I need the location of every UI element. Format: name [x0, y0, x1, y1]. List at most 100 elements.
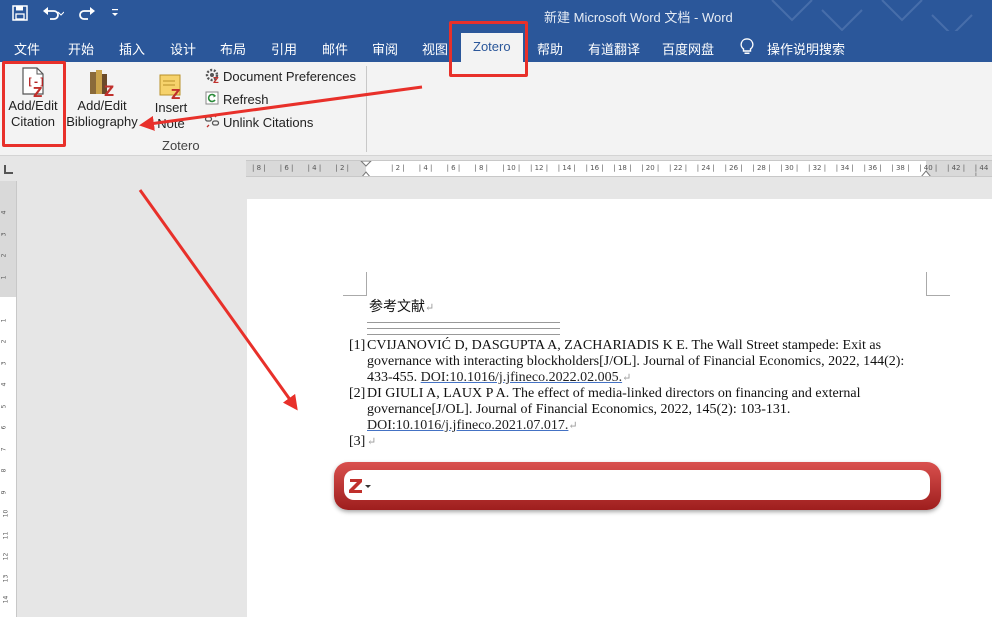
paragraph-mark: ↵ — [568, 420, 578, 432]
tab-review[interactable]: 审阅 — [372, 39, 398, 58]
ruler-tick-label: | 40 | — [919, 164, 938, 172]
ruler-tick-label: | 4 | — [307, 164, 322, 172]
group-separator — [366, 66, 367, 152]
tab-file[interactable]: 文件 — [14, 39, 40, 58]
ruler-tick-label: | 22 | — [669, 164, 688, 172]
redo-icon[interactable] — [78, 5, 96, 21]
tab-mailings[interactable]: 邮件 — [322, 39, 348, 58]
add-edit-bibliography-label-2: Bibliography — [66, 114, 138, 129]
ruler-tick-label: | 20 | — [641, 164, 660, 172]
paragraph-mark: ↵ — [367, 436, 377, 448]
lightbulb-icon — [740, 38, 754, 61]
tab-layout[interactable]: 布局 — [220, 39, 246, 58]
insert-note-button[interactable]: Z Insert Note — [148, 72, 194, 132]
refresh-label: Refresh — [223, 92, 269, 107]
crop-mark-top-right — [926, 272, 950, 296]
note-icon: Z — [157, 72, 185, 103]
ruler-tick-label: 1 — [0, 318, 8, 322]
reference-number: [2] — [349, 386, 366, 401]
vertical-ruler[interactable]: 4321123456789101112131415 — [0, 181, 17, 617]
ruler-tick-label: | 18 | — [613, 164, 632, 172]
reference-item[interactable]: [1] CVIJANOVIĆ D, DASGUPTA A, ZACHARIADI… — [349, 338, 919, 386]
zotero-search-input[interactable] — [384, 476, 914, 496]
unlink-icon — [204, 113, 220, 132]
tab-insert[interactable]: 插入 — [119, 39, 145, 58]
ruler-tick-label: 1 — [0, 275, 8, 279]
add-edit-bibliography-label-1: Add/Edit — [77, 98, 127, 113]
ruler-tick-label: 5 — [0, 404, 8, 408]
document-preferences-label: Document Preferences — [223, 69, 356, 84]
save-icon[interactable] — [12, 5, 28, 21]
reference-item[interactable]: [2] DI GIULI A, LAUX P A. The effect of … — [349, 386, 919, 434]
ruler-tick-label: | 6 | — [279, 164, 294, 172]
ruler-tick-label: 7 — [0, 447, 8, 451]
reference-text: DI GIULI A, LAUX P A. The effect of medi… — [367, 386, 861, 417]
zotero-search-field[interactable] — [344, 470, 930, 500]
ruler-tick-label: | 42 | — [947, 164, 966, 172]
add-edit-bibliography-button[interactable]: Z Add/Edit Bibliography — [63, 66, 141, 130]
ruler-tick-label: | 38 | — [891, 164, 910, 172]
tell-me-search[interactable]: 操作说明搜索 — [767, 39, 845, 58]
ruler-tick-label: | 4 | — [418, 164, 433, 172]
zotero-group-label: Zotero — [162, 138, 200, 153]
ruler-tick-label: | 32 | — [808, 164, 827, 172]
ruler-tick-label: | 26 | — [724, 164, 743, 172]
bibliography-icon: Z — [86, 66, 118, 100]
refresh-button[interactable]: Refresh — [204, 90, 269, 109]
gear-icon: Z — [204, 67, 220, 86]
ruler-tick-label: 10 — [2, 509, 10, 518]
reference-doi-link[interactable]: DOI:10.1016/j.jfineco.2022.02.005. — [421, 370, 622, 385]
tab-home[interactable]: 开始 — [68, 39, 94, 58]
reference-doi-link[interactable]: DOI:10.1016/j.jfineco.2021.07.017. — [367, 418, 568, 433]
undo-icon[interactable] — [42, 5, 64, 21]
ruler-tick-label: | 8 | — [252, 164, 266, 172]
tab-youdao[interactable]: 有道翻译 — [588, 39, 640, 58]
svg-text:Z: Z — [104, 84, 114, 98]
ruler-tick-label: | 6 | — [446, 164, 461, 172]
tab-baidu-netdisk[interactable]: 百度网盘 — [662, 39, 714, 58]
ruler-tick-label: | 8 | — [474, 164, 489, 172]
tab-help[interactable]: 帮助 — [537, 39, 563, 58]
reference-number: [1] — [349, 338, 366, 353]
ruler-tick-label: | 14 | — [557, 164, 576, 172]
refresh-icon — [204, 90, 220, 109]
ruler-tick-label: | 44 | — [974, 164, 989, 177]
ruler-tick-label: 3 — [0, 232, 8, 236]
ruler-tick-label: 12 — [2, 552, 10, 561]
customize-qat-icon[interactable] — [110, 7, 120, 19]
zotero-z-icon[interactable] — [348, 477, 372, 500]
horizontal-ruler[interactable]: | 8 | | 6 | | 4 | | 2 | | 2 | | 4 | | 6 | | 8 |… — [246, 160, 992, 177]
tab-view[interactable]: 视图 — [422, 39, 448, 58]
ruler-tick-label: | 10 | — [502, 164, 521, 172]
ruler-tick-label: 8 — [0, 468, 8, 473]
ruler-bar: | 8 | | 6 | | 4 | | 2 | | 2 | | 4 | | 6 | | 8 |… — [0, 157, 992, 181]
ruler-tick-label: | 2 | — [335, 164, 350, 172]
ruler-tick-label: | 12 | — [530, 164, 549, 172]
indent-marker-icon[interactable] — [360, 161, 372, 177]
table-border — [367, 334, 560, 335]
paragraph-mark: ↵ — [622, 372, 632, 384]
reference-text-block: ↵ — [367, 434, 919, 450]
ruler-tick-label: 2 — [0, 339, 8, 344]
ruler-tick-label: | 28 | — [752, 164, 771, 172]
unlink-citations-button[interactable]: Unlink Citations — [204, 113, 313, 132]
tab-design[interactable]: 设计 — [170, 39, 196, 58]
crop-mark-top-left — [343, 272, 367, 296]
tab-selector-icon[interactable] — [4, 165, 13, 174]
ruler-tick-label: 4 — [0, 210, 8, 215]
reference-text-block: DI GIULI A, LAUX P A. The effect of medi… — [367, 386, 919, 434]
ruler-tick-label: | 16 | — [585, 164, 604, 172]
ruler-tick-label: 6 — [0, 425, 8, 430]
ruler-tick-label: 9 — [0, 490, 8, 494]
tab-references[interactable]: 引用 — [271, 39, 297, 58]
table-border — [367, 328, 560, 329]
ruler-tick-label: | 34 | — [835, 164, 854, 172]
window-title: 新建 Microsoft Word 文档 - Word — [544, 10, 733, 25]
highlight-add-edit-citation — [2, 61, 66, 147]
ruler-tick-label: | 30 | — [780, 164, 799, 172]
zotero-citation-dialog — [334, 462, 941, 510]
document-preferences-button[interactable]: Z Document Preferences — [204, 67, 356, 86]
reference-item[interactable]: [3] ↵ — [349, 434, 919, 450]
reference-number: [3] — [349, 434, 366, 449]
ruler-tick-label: 2 — [0, 253, 8, 258]
